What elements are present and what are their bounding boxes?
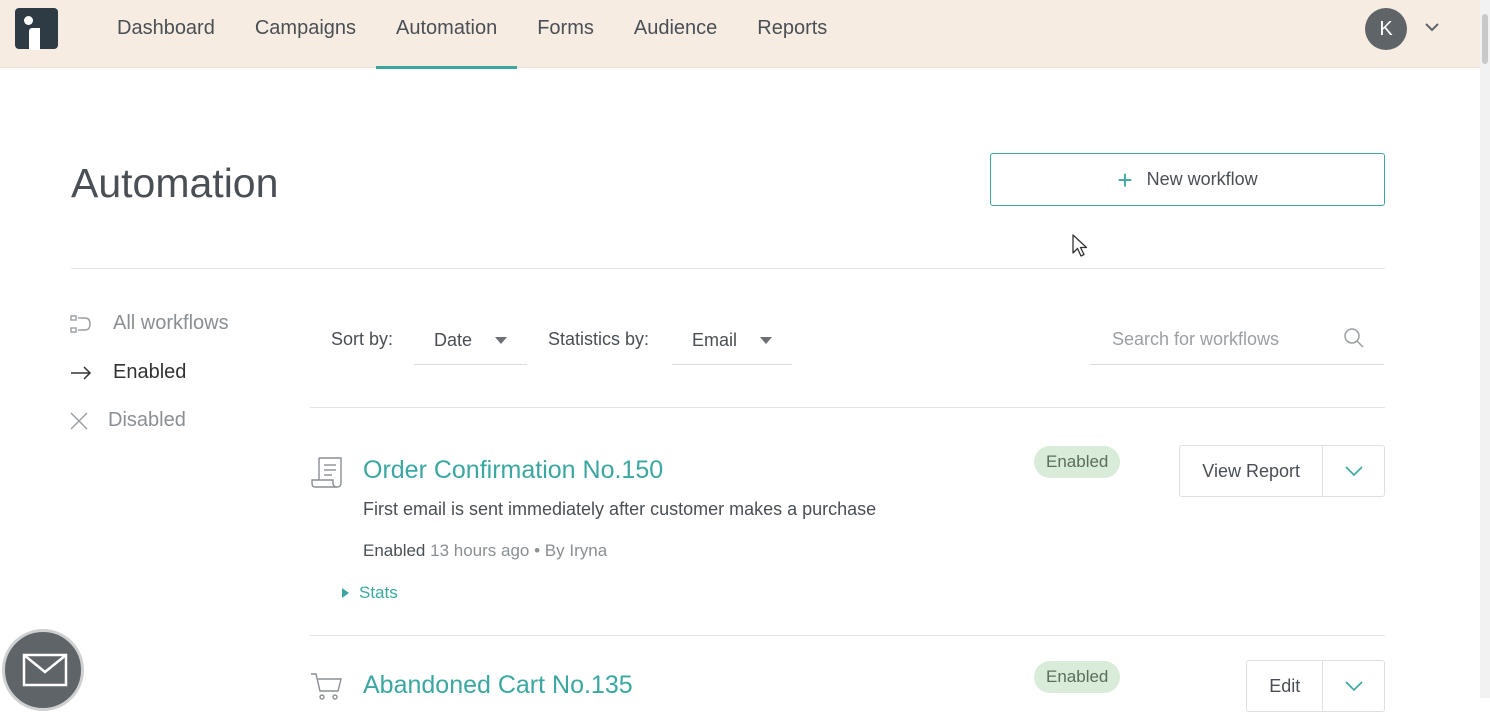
workflow-description: First email is sent immediately after cu… bbox=[363, 499, 877, 519]
sort-select[interactable]: Date bbox=[414, 317, 527, 365]
nav-item-reports[interactable]: Reports bbox=[737, 0, 847, 68]
logo-stem bbox=[29, 28, 40, 50]
meta-separator: • bbox=[534, 541, 541, 560]
chat-widget-button[interactable] bbox=[2, 629, 84, 711]
caret-down-icon bbox=[495, 337, 507, 344]
plus-icon: + bbox=[1117, 164, 1133, 195]
chevron-down-icon[interactable] bbox=[1423, 18, 1441, 36]
edit-button[interactable]: Edit bbox=[1247, 661, 1324, 711]
cart-icon bbox=[311, 673, 342, 700]
main-nav: Dashboard Campaigns Automation Forms Aud… bbox=[97, 0, 847, 69]
sort-label: Sort by: bbox=[331, 329, 394, 349]
status-badge: Enabled bbox=[1034, 661, 1121, 693]
chevron-down-icon bbox=[1345, 681, 1363, 692]
workflow-row: Abandoned Cart No.135 Enabled Edit bbox=[310, 660, 1385, 712]
logo-dot bbox=[24, 16, 33, 25]
statistics-label: Statistics by: bbox=[548, 329, 650, 349]
top-navigation-bar: Dashboard Campaigns Automation Forms Aud… bbox=[0, 0, 1480, 69]
nav-item-forms[interactable]: Forms bbox=[517, 0, 614, 68]
app-logo[interactable] bbox=[15, 8, 58, 50]
mouse-cursor-icon bbox=[1072, 234, 1088, 257]
header-divider bbox=[71, 268, 1385, 269]
workflow-time: 13 hours ago bbox=[430, 541, 530, 560]
scrollbar-thumb[interactable] bbox=[1482, 14, 1488, 64]
page-title: Automation bbox=[71, 160, 279, 206]
workflow-actions: View Report bbox=[1179, 445, 1385, 497]
stats-label: Stats bbox=[359, 583, 398, 602]
search-input[interactable] bbox=[1112, 329, 1332, 350]
workflow-search bbox=[1090, 317, 1384, 365]
new-workflow-label: New workflow bbox=[1146, 169, 1258, 189]
user-avatar[interactable]: K bbox=[1365, 8, 1407, 50]
arrow-right-icon bbox=[71, 365, 92, 380]
sidebar-item-all-workflows[interactable]: All workflows bbox=[69, 312, 229, 335]
view-report-button[interactable]: View Report bbox=[1180, 446, 1324, 496]
statistics-value: Email bbox=[692, 330, 738, 350]
nav-item-audience[interactable]: Audience bbox=[614, 0, 737, 68]
envelope-icon bbox=[22, 653, 68, 687]
nav-item-campaigns[interactable]: Campaigns bbox=[235, 0, 376, 68]
search-icon[interactable] bbox=[1342, 326, 1366, 350]
caret-right-icon bbox=[342, 588, 349, 598]
nav-item-automation[interactable]: Automation bbox=[376, 0, 518, 69]
caret-down-icon bbox=[760, 337, 772, 344]
sidebar-item-label: Enabled bbox=[113, 361, 187, 383]
scrollbar[interactable] bbox=[1480, 0, 1490, 698]
sidebar-item-enabled[interactable]: Enabled bbox=[69, 361, 186, 384]
workflow-title[interactable]: Order Confirmation No.150 bbox=[363, 456, 663, 485]
workflow-meta: Enabled 13 hours ago • By Iryna bbox=[363, 541, 607, 561]
workflow-state: Enabled bbox=[363, 541, 426, 560]
stats-toggle[interactable]: Stats bbox=[342, 583, 398, 603]
sidebar-item-label: Disabled bbox=[108, 409, 186, 431]
close-icon bbox=[70, 412, 88, 429]
status-badge: Enabled bbox=[1034, 446, 1121, 478]
sidebar-item-label: All workflows bbox=[113, 312, 229, 334]
actions-dropdown-button[interactable] bbox=[1323, 661, 1384, 711]
flow-icon bbox=[70, 314, 91, 333]
statistics-select[interactable]: Email bbox=[672, 317, 792, 365]
sort-value: Date bbox=[434, 330, 473, 350]
workflow-actions: Edit bbox=[1246, 660, 1385, 712]
workflow-author: By Iryna bbox=[544, 541, 608, 560]
sidebar-item-disabled[interactable]: Disabled bbox=[69, 409, 186, 432]
workflow-divider bbox=[310, 635, 1385, 636]
actions-dropdown-button[interactable] bbox=[1323, 446, 1384, 496]
receipt-icon bbox=[311, 457, 342, 488]
nav-item-dashboard[interactable]: Dashboard bbox=[97, 0, 235, 68]
workflow-row: Order Confirmation No.150 First email is… bbox=[310, 445, 1385, 606]
new-workflow-button[interactable]: + New workflow bbox=[990, 153, 1385, 206]
chevron-down-icon bbox=[1345, 466, 1363, 477]
workflow-title[interactable]: Abandoned Cart No.135 bbox=[363, 671, 633, 700]
filter-divider bbox=[310, 407, 1385, 408]
